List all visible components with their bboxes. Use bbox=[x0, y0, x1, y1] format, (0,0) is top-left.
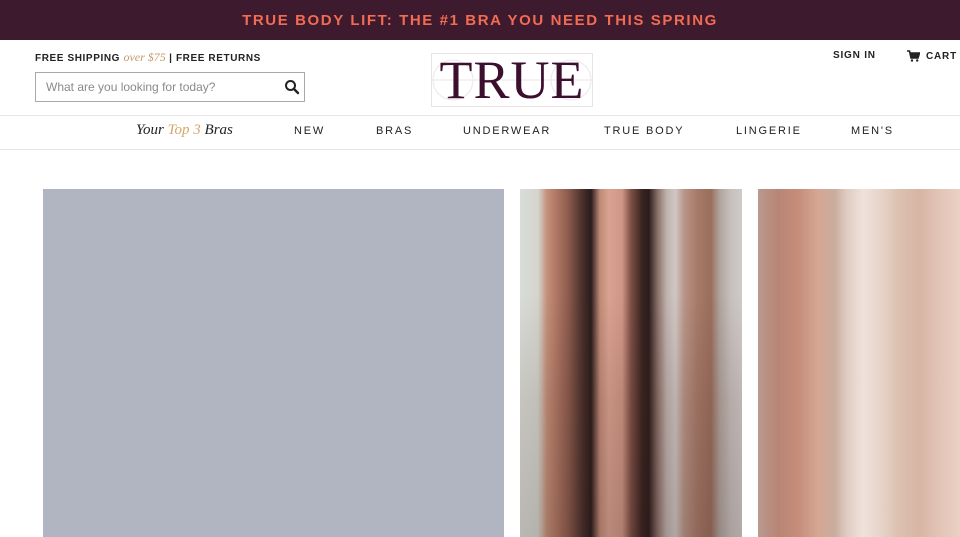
hero-image-placeholder[interactable] bbox=[43, 189, 504, 537]
promo-banner[interactable]: TRUE BODY LIFT: THE #1 BRA YOU NEED THIS… bbox=[0, 0, 960, 40]
search-box bbox=[35, 72, 305, 102]
nav-item-true-body[interactable]: TRUE BODY bbox=[604, 125, 684, 137]
nav-feature-accent: Top 3 bbox=[167, 122, 201, 138]
free-returns-label: FREE RETURNS bbox=[175, 53, 261, 64]
nav-feature-prefix: Your bbox=[136, 122, 164, 138]
nav-item-mens[interactable]: MEN'S bbox=[851, 125, 894, 137]
main-nav: Your Top 3 Bras NEW BRAS UNDERWEAR TRUE … bbox=[0, 116, 960, 150]
nav-top-3-bras[interactable]: Your Top 3 Bras bbox=[136, 122, 233, 139]
cart-label: CART ( bbox=[926, 50, 960, 62]
nav-feature-suffix: Bras bbox=[204, 122, 233, 138]
nav-item-lingerie[interactable]: LINGERIE bbox=[736, 125, 802, 137]
product-image[interactable] bbox=[758, 189, 960, 537]
sign-in-link[interactable]: SIGN IN bbox=[833, 50, 876, 61]
shipping-info: FREE SHIPPING over $75 | FREE RETURNS bbox=[35, 50, 261, 65]
free-shipping-label: FREE SHIPPING bbox=[35, 53, 121, 64]
site-header: FREE SHIPPING over $75 | FREE RETURNS TR… bbox=[0, 40, 960, 116]
product-image-shade bbox=[520, 189, 742, 537]
shipping-separator: | bbox=[169, 53, 173, 64]
shipping-threshold: over $75 bbox=[123, 50, 166, 64]
logo-text: TRUE bbox=[439, 50, 585, 110]
product-image[interactable] bbox=[520, 189, 742, 537]
search-input[interactable] bbox=[36, 73, 274, 101]
nav-item-bras[interactable]: BRAS bbox=[376, 125, 413, 137]
nav-item-underwear[interactable]: UNDERWEAR bbox=[463, 125, 551, 137]
cart-icon bbox=[907, 50, 920, 62]
cart-link[interactable]: CART ( bbox=[907, 50, 960, 62]
search-icon[interactable] bbox=[284, 79, 300, 95]
nav-item-new[interactable]: NEW bbox=[294, 125, 325, 137]
promo-text[interactable]: TRUE BODY LIFT: THE #1 BRA YOU NEED THIS… bbox=[242, 12, 718, 29]
brand-logo[interactable]: TRUE bbox=[431, 53, 593, 107]
